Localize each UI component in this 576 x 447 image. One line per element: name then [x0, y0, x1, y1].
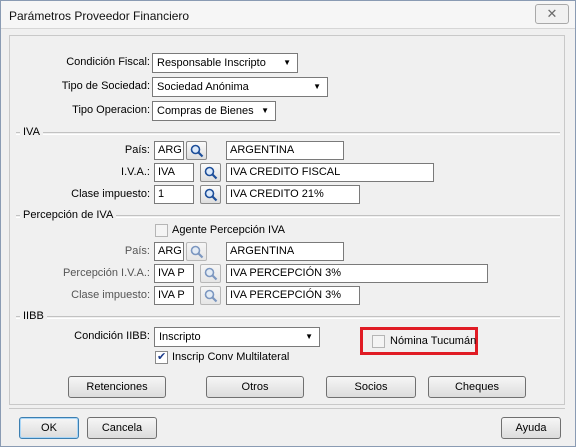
cheques-button[interactable]: Cheques — [428, 376, 526, 398]
chevron-down-icon: ▼ — [305, 332, 313, 341]
agente-percepcion-checkbox[interactable] — [155, 224, 168, 237]
main-panel: Condición Fiscal: Responsable Inscripto … — [9, 35, 565, 405]
search-icon — [190, 245, 204, 259]
perc-clase-label: Clase impuesto: — [71, 289, 150, 301]
condicion-iibb-label: Condición IIBB: — [74, 330, 150, 342]
iva-pais-search-button[interactable] — [186, 141, 207, 160]
cancel-button[interactable]: Cancela — [87, 417, 157, 439]
inscrip-conv-multilateral-checkbox[interactable] — [155, 350, 168, 364]
agente-percepcion-label: Agente Percepción IVA — [172, 224, 285, 236]
iva-pais-code-input[interactable]: ARG — [154, 141, 184, 160]
perc-clase-code-input[interactable]: IVA P — [154, 286, 194, 305]
iva-group: IVA — [16, 126, 560, 138]
help-button[interactable]: Ayuda — [501, 417, 561, 439]
perc-iva-name-input[interactable]: IVA PERCEPCIÓN 3% — [226, 264, 488, 283]
condicion-fiscal-value: Responsable Inscripto — [157, 57, 266, 69]
iva-iva-label: I.V.A.: — [121, 166, 150, 178]
tipo-operacion-value: Compras de Bienes — [157, 105, 254, 117]
condicion-iibb-value: Inscripto — [159, 331, 201, 343]
iva-clase-name-input[interactable]: IVA CREDITO 21% — [226, 185, 360, 204]
tipo-operacion-label: Tipo Operacion: — [72, 104, 150, 116]
chevron-down-icon: ▼ — [261, 106, 269, 115]
ok-button[interactable]: OK — [19, 417, 79, 439]
condicion-iibb-select[interactable]: Inscripto ▼ — [154, 327, 320, 347]
perc-pais-label: País: — [124, 245, 150, 257]
iva-clase-code-input[interactable]: 1 — [154, 185, 194, 204]
tipo-sociedad-label: Tipo de Sociedad: — [61, 80, 150, 92]
perc-iva-label: Percepción I.V.A.: — [62, 267, 150, 279]
otros-button[interactable]: Otros — [206, 376, 304, 398]
search-icon — [204, 289, 218, 303]
perc-pais-search-button[interactable] — [186, 242, 207, 261]
close-button[interactable]: ✕ — [535, 4, 569, 24]
iva-pais-label: País: — [124, 144, 150, 156]
perc-iva-code-input[interactable]: IVA P — [154, 264, 194, 283]
iva-clase-label: Clase impuesto: — [71, 188, 150, 200]
search-icon — [204, 188, 218, 202]
chevron-down-icon: ▼ — [313, 82, 321, 91]
title-bar: Parámetros Proveedor Financiero ✕ — [1, 1, 575, 29]
percepcion-group: Percepción de IVA — [16, 209, 560, 221]
iva-iva-name-input[interactable]: IVA CREDITO FISCAL — [226, 163, 434, 182]
search-icon — [204, 166, 218, 180]
condicion-fiscal-select[interactable]: Responsable Inscripto ▼ — [152, 53, 298, 73]
iibb-group-caption: IIBB — [20, 310, 47, 322]
condicion-fiscal-label: Condición Fiscal: — [66, 56, 150, 68]
percepcion-group-caption: Percepción de IVA — [20, 209, 117, 221]
perc-pais-name-input[interactable]: ARGENTINA — [226, 242, 344, 261]
perc-iva-search-button[interactable] — [200, 264, 221, 283]
nomina-tucuman-checkbox[interactable] — [372, 335, 385, 348]
search-icon — [204, 267, 218, 281]
dialog-window: Parámetros Proveedor Financiero ✕ Condic… — [0, 0, 576, 447]
window-title: Parámetros Proveedor Financiero — [9, 9, 190, 23]
search-icon — [190, 144, 204, 158]
tipo-operacion-select[interactable]: Compras de Bienes ▼ — [152, 101, 276, 121]
iibb-group: IIBB — [16, 310, 560, 322]
tipo-sociedad-value: Sociedad Anónima — [157, 81, 249, 93]
retenciones-button[interactable]: Retenciones — [68, 376, 166, 398]
tipo-sociedad-select[interactable]: Sociedad Anónima ▼ — [152, 77, 328, 97]
iva-clase-search-button[interactable] — [200, 185, 221, 204]
iva-pais-name-input[interactable]: ARGENTINA — [226, 141, 344, 160]
chevron-down-icon: ▼ — [283, 58, 291, 67]
perc-pais-code-input[interactable]: ARG — [154, 242, 184, 261]
iva-iva-code-input[interactable]: IVA — [154, 163, 194, 182]
nomina-tucuman-label: Nómina Tucumán — [390, 335, 477, 347]
iva-group-caption: IVA — [20, 126, 43, 138]
iva-iva-search-button[interactable] — [200, 163, 221, 182]
perc-clase-name-input[interactable]: IVA PERCEPCIÓN 3% — [226, 286, 360, 305]
socios-button[interactable]: Socios — [326, 376, 416, 398]
close-icon: ✕ — [546, 6, 558, 21]
footer-separator — [9, 408, 565, 409]
inscrip-conv-multilateral-label: Inscrip Conv Multilateral — [172, 351, 290, 363]
perc-clase-search-button[interactable] — [200, 286, 221, 305]
